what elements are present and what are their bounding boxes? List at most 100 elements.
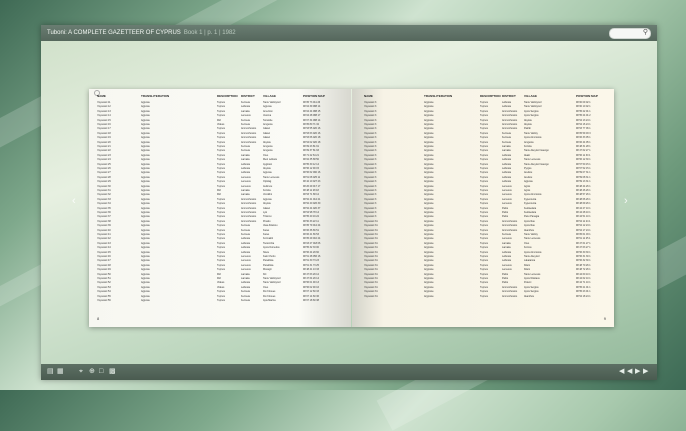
table-cell: Tupnos: [480, 211, 488, 214]
table-cell: Yayoustoi 31: [364, 281, 378, 285]
table-cell: 98 53 66 020 18: [303, 136, 321, 140]
table-cell: Kalo Chorio: [263, 255, 276, 258]
table-cell: Argposte: [424, 101, 434, 104]
right-page[interactable]: NAME TRANSLITERATION DESCRIPTION DISTRIC…: [352, 89, 614, 327]
zoom-out-icon[interactable]: ⌖: [79, 367, 83, 377]
table-cell: 98 54 98 78 14: [303, 211, 319, 214]
table-cell: 98 66 33 05 1: [576, 136, 591, 140]
table-cell: Akyisia: [263, 140, 271, 144]
next-page-button[interactable]: ›: [624, 195, 628, 207]
table-cell: 98 48 41 13 33: [303, 268, 319, 272]
table-cell: Tupnos: [480, 171, 488, 175]
table-cell: Tupnos: [480, 184, 488, 188]
table-cell: 98 47 62 27 1: [576, 149, 591, 153]
table-cell: Pafos: [502, 215, 509, 219]
table-cell: Agposte: [141, 109, 150, 113]
table-cell: Lemesos: [502, 189, 512, 192]
table-cell: Pafos: [502, 277, 509, 280]
table-cell: Agposte: [141, 162, 150, 166]
print-icon[interactable]: ▩: [109, 367, 116, 377]
table-cell: Tupnos: [480, 241, 488, 245]
table-cell: Kerineia: [502, 233, 511, 236]
table-cell: 98 47 64 29 14: [303, 277, 319, 280]
left-page[interactable]: NAME TRANSLITERATION DESCRIPTION DISTRIC…: [89, 89, 351, 327]
table-cell: Lefkosia: [241, 237, 250, 241]
table-cell: Pareklisia: [263, 263, 274, 267]
thumbnails-icon[interactable]: ▤: [47, 367, 54, 377]
search-input[interactable]: ⚲: [609, 28, 651, 39]
table-cell: Yayoustoi 54: [97, 290, 111, 294]
table-row: Yayoustoi 21 Agposte Tupnos Kerineia Amgusta…: [89, 145, 351, 148]
table-cell: Tupnos: [217, 268, 225, 272]
previous-page-icon[interactable]: ◀: [627, 367, 632, 377]
table-cell: 98 65 80 71 32: [303, 123, 319, 126]
table-cell: Kerineia: [241, 233, 250, 236]
zoom-in-icon[interactable]: ⊕: [89, 367, 95, 377]
table-cell: Argposte: [424, 118, 434, 122]
table-cell: Akanthou: [524, 294, 535, 298]
table-row: Yayoustoi 55 Agposte Tupnos Kerineia Dio Kir…: [89, 295, 351, 298]
table-cell: 98 56 62 090 16: [303, 171, 321, 175]
table-cell: Tupnos: [480, 294, 488, 298]
table-cell: Tupnos: [217, 184, 225, 188]
toolbar: ▤ ▦ ⌖ ⊕ □ ▩ ◀ ◀ ▶ ▶: [41, 364, 657, 380]
table-cell: Lemesos: [241, 255, 251, 258]
table-cell: Argposte: [424, 123, 434, 126]
table-cell: Argposte: [424, 263, 434, 267]
table-cell: Akyisia: [263, 202, 271, 206]
table-cell: Akyisia: [263, 167, 271, 170]
search-icon[interactable]: ⚲: [643, 25, 648, 41]
table-cell: Yayoustoi 3: [364, 202, 377, 206]
first-page-icon[interactable]: ◀: [619, 367, 624, 377]
table-cell: Pyrgos: [524, 167, 532, 170]
table-cell: Agposte: [141, 189, 150, 192]
fullscreen-icon[interactable]: □: [99, 367, 103, 377]
table-cell: Yayoustoi 3: [364, 180, 377, 184]
table-cell: Tupnos: [217, 136, 225, 140]
table-cell: 98 51 08 025 11: [303, 175, 321, 179]
table-cell: Yayoustoi 3: [364, 171, 377, 175]
table-cell: 98 67 34 088 14: [303, 118, 321, 122]
table-cell: Tarou Akeyinol: [524, 255, 540, 258]
table-cell: Argposte: [424, 211, 434, 214]
table-cell: Agposte: [141, 105, 150, 109]
table-row: Yayoustoi 31 Argposte Tupnos Ammochostos Aka…: [352, 229, 614, 232]
table-row: Yayoustoi 43 Agposte Tupnos Lefkosia Tsotomh…: [89, 242, 351, 245]
table-cell: Agposte: [141, 171, 150, 175]
table-row: Yayoustoi 3 Argposte Tupnos Lefkosia Agposte…: [352, 180, 614, 183]
bookmarks-icon[interactable]: ▦: [57, 367, 64, 377]
table-cell: Pafos: [502, 211, 509, 214]
table-cell: Lefkosia: [502, 259, 511, 263]
table-row: Yayoustoi 3 Argposte Tupnos Lefkosia Tarou V…: [352, 105, 614, 108]
table-cell: 98 55 21 01 1: [576, 285, 591, 289]
table-cell: Yayoustoi 3: [364, 215, 377, 219]
table-cell: 98 65 61 03 1: [576, 233, 591, 236]
last-page-icon[interactable]: ▶: [643, 367, 648, 377]
table-cell: 98 51 11 25 1: [576, 237, 591, 241]
table-row: Yayoustoi 31 Argposte Tupnos Ammochostos Ayi…: [352, 286, 614, 289]
table-cell: Argposte: [424, 162, 434, 166]
table-row: Yayoustoi 3 Argposte Tupnos Kerineia Ayios A…: [352, 136, 614, 139]
table-cell: Agposte: [524, 180, 533, 184]
table-cell: Yayoustoi 31: [364, 277, 378, 280]
table-cell: Argposte: [424, 206, 434, 210]
table-cell: Agposte: [141, 228, 150, 232]
table-row: Yayoustoi 3 Argposte Tupnos Lefkosia Akaki 98…: [352, 154, 614, 157]
table-row: Yayoustoi 31 Argposte Tupnos Lefkosia Ayios …: [352, 251, 614, 254]
previous-page-button[interactable]: ‹: [72, 195, 76, 207]
table-cell: Argposte: [424, 127, 434, 131]
table-cell: Dio Kiroues: [263, 294, 276, 298]
table-cell: Yayoustoi 31: [364, 259, 378, 263]
table-cell: Agposte: [141, 153, 150, 157]
next-page-icon[interactable]: ▶: [635, 367, 640, 377]
table-cell: 98 67 18 60 38: [303, 299, 319, 302]
table-cell: Ammochostos: [502, 118, 518, 122]
table-cell: Kerineia: [241, 145, 250, 148]
table-cell: Kornos: [524, 246, 532, 250]
table-cell: Tupnos: [217, 290, 225, 294]
table-row: Yayoustoi 3 Argposte Tupnos Kerineia Tarou V…: [352, 132, 614, 135]
table-cell: Tupnos: [217, 114, 225, 118]
table-cell: Tarou Vattloyinol: [524, 101, 542, 104]
table-cell: Ammochostos: [241, 219, 257, 223]
table-cell: Agposte: [141, 202, 150, 206]
